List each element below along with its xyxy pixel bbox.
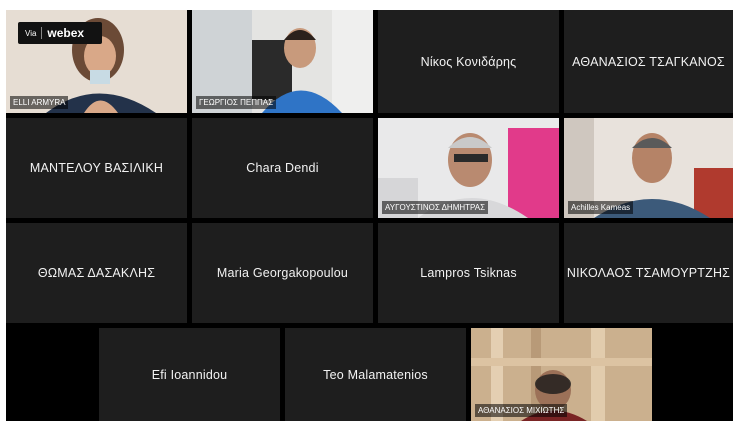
participant-tile-achilles-kameas[interactable]: Achilles Kameas — [564, 118, 733, 218]
participant-name: ΑΘΑΝΑΣΙΟΣ ΤΣΑΓΚΑΝΟΣ — [572, 54, 725, 69]
participant-name: ΘΩΜΑΣ ΔΑΣΑΚΛΗΣ — [37, 266, 156, 280]
participant-tile-avgoustinos-dimitras[interactable]: ΑΥΓΟΥΣΤΙΝΟΣ ΔΗΜΗΤΡΑΣ — [378, 118, 559, 218]
participant-name-label: ΑΥΓΟΥΣΤΙΝΟΣ ΔΗΜΗΤΡΑΣ — [382, 201, 489, 214]
participant-tile-lampros-tsiknas[interactable]: Lampros Tsiknas — [378, 223, 559, 323]
participant-tile-mantelou-vasiliki[interactable]: ΜΑΝΤΕΛΟΥ ΒΑΣΙΛΙΚΗ — [6, 118, 187, 218]
participant-tile-nikolaos-tsamourtzis[interactable]: ΝΙΚΟΛΑΟΣ ΤΣΑΜΟΥΡΤΖΗΣ — [564, 223, 733, 323]
webex-logo: Via webex — [18, 22, 102, 44]
participant-tile-efi-ioannidou[interactable]: Efi Ioannidou — [99, 328, 280, 421]
participant-name: Teo Malamatenios — [323, 367, 428, 382]
participant-tile-chara-dendi[interactable]: Chara Dendi — [192, 118, 373, 218]
participant-name: Maria Georgakopoulou — [216, 266, 349, 280]
participant-name: ΜΑΝΤΕΛΟΥ ΒΑΣΙΛΙΚΗ — [29, 161, 164, 175]
participant-name-label: Achilles Kameas — [568, 201, 634, 214]
participant-name: ΝΙΚΟΛΑΟΣ ΤΣΑΜΟΥΡΤΖΗΣ — [566, 266, 731, 280]
participant-name: Νίκος Κονιδάρης — [420, 54, 517, 69]
participant-tile-thomas-dasaklis[interactable]: ΘΩΜΑΣ ΔΑΣΑΚΛΗΣ — [6, 223, 187, 323]
participant-tile-athanasios-michiotis[interactable]: ΑΘΑΝΑΣΙΟΣ ΜΙΧΙΩΤΗΣ — [471, 328, 652, 421]
participant-name-label: ΓΕΩΡΓΙΟΣ ΠΕΠΠΑΣ — [196, 96, 277, 109]
participant-name-label: ΑΘΑΝΑΣΙΟΣ ΜΙΧΙΩΤΗΣ — [475, 404, 568, 417]
participant-name: Lampros Tsiknas — [420, 266, 517, 280]
participant-tile-teo-malamatenios[interactable]: Teo Malamatenios — [285, 328, 466, 421]
participant-name: Efi Ioannidou — [151, 367, 228, 382]
participant-name: Chara Dendi — [246, 161, 319, 175]
video-grid: Via webex ELLI ARMYRA ΓΕΩΡΓΙΟΣ ΠΕΠΠΑΣ Νί… — [6, 10, 733, 421]
participant-name-label: ELLI ARMYRA — [10, 96, 69, 109]
participant-tile-maria-georgakopoulou[interactable]: Maria Georgakopoulou — [192, 223, 373, 323]
participant-tile-athanasios-tsagkanos[interactable]: ΑΘΑΝΑΣΙΟΣ ΤΣΑΓΚΑΝΟΣ — [564, 10, 733, 113]
divider — [41, 27, 43, 39]
participant-tile-georgios-peppas[interactable]: ΓΕΩΡΓΙΟΣ ΠΕΠΠΑΣ — [192, 10, 373, 113]
participant-tile-elli-armyra[interactable]: Via webex ELLI ARMYRA — [6, 10, 187, 113]
participant-tile-nikos-konidaris[interactable]: Νίκος Κονιδάρης — [378, 10, 559, 113]
